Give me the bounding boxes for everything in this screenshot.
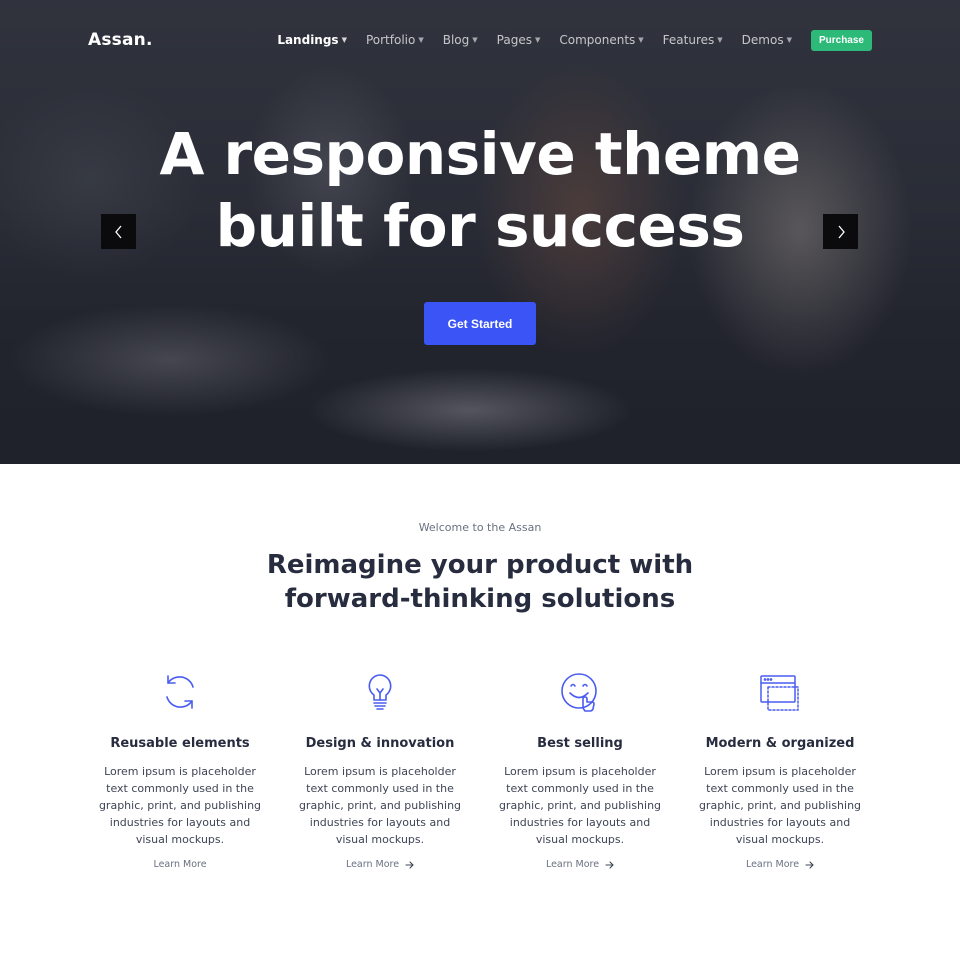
feature-title: Design & innovation [305,736,455,751]
chevron-right-icon [838,225,845,238]
caret-down-icon: ▼ [786,36,792,44]
learn-more-link[interactable]: Learn More [546,859,614,870]
feature-title: Reusable elements [110,736,250,751]
nav-item-label: Demos [741,33,784,47]
arrow-right-icon [405,860,414,869]
feature-title: Best selling [537,736,623,751]
nav-menu: Landings ▼ Portfolio ▼ Blog ▼ Pages ▼ Co… [277,29,872,51]
nav-item-label: Features [662,33,715,47]
slider-prev-button[interactable] [101,214,136,249]
refresh-icon [80,668,280,716]
nav-item-demos[interactable]: Demos ▼ [742,33,792,47]
caret-down-icon: ▼ [472,36,478,44]
feature-description: Lorem ipsum is placeholder text commonly… [298,765,462,846]
purchase-button[interactable]: Purchase [810,29,872,51]
caret-down-icon: ▼ [418,36,424,44]
learn-more-label: Learn More [545,859,600,870]
feature-card: Best selling Lorem ipsum is placeholder … [480,668,680,871]
nav-item-label: Landings [277,33,339,47]
feature-description: Lorem ipsum is placeholder text commonly… [698,765,862,846]
navbar: Assan. Landings ▼ Portfolio ▼ Blog ▼ Pag… [0,0,960,80]
feature-card: Modern & organized Lorem ipsum is placeh… [680,668,880,871]
learn-more-label: Learn More [153,859,207,870]
browser-window-icon [680,668,880,716]
hero-section: Assan. Landings ▼ Portfolio ▼ Blog ▼ Pag… [0,0,960,464]
features-grid: Reusable elements Lorem ipsum is placeho… [80,668,880,871]
caret-down-icon: ▼ [717,36,723,44]
nav-item-blog[interactable]: Blog ▼ [443,33,478,47]
feature-card: Reusable elements Lorem ipsum is placeho… [80,668,280,871]
feature-card: Design & innovation Lorem ipsum is place… [280,668,480,871]
nav-item-landings[interactable]: Landings ▼ [277,33,347,47]
arrow-right-icon [605,860,614,869]
learn-more-label: Learn More [745,859,800,870]
nav-item-label: Components [559,33,636,47]
caret-down-icon: ▼ [534,36,541,44]
nav-item-label: Blog [442,33,470,47]
feature-title: Modern & organized [705,736,855,751]
learn-more-link[interactable]: Learn More [153,859,206,870]
nav-item-portfolio[interactable]: Portfolio ▼ [366,33,424,47]
lightbulb-icon [280,668,480,716]
hero-title-line-2: built for success [215,192,745,260]
nav-item-label: Portfolio [365,33,416,47]
smile-icon [480,668,680,716]
section-title-line-2: forward-thinking solutions [284,584,676,614]
nav-item-pages[interactable]: Pages ▼ [497,33,541,47]
feature-description: Lorem ipsum is placeholder text commonly… [498,765,662,846]
nav-item-features[interactable]: Features ▼ [663,33,723,47]
nav-item-components[interactable]: Components ▼ [559,33,643,47]
feature-description: Lorem ipsum is placeholder text commonly… [98,765,262,846]
get-started-button[interactable]: Get Started [424,302,536,345]
chevron-left-icon [114,225,121,238]
caret-down-icon: ▼ [638,36,644,44]
hero-title: A responsive theme built for success [0,118,960,262]
nav-item-label: Pages [496,33,532,47]
arrow-right-icon [805,860,814,869]
learn-more-label: Learn More [345,859,400,870]
section-title: Reimagine your product with forward-thin… [0,548,960,616]
learn-more-link[interactable]: Learn More [346,859,414,870]
caret-down-icon: ▼ [341,36,347,44]
section-eyebrow: Welcome to the Assan [418,521,542,534]
section-title-line-1: Reimagine your product with [266,550,694,580]
brand-logo[interactable]: Assan. [88,30,153,50]
learn-more-link[interactable]: Learn More [746,859,814,870]
hero-title-line-1: A responsive theme [159,120,801,188]
slider-next-button[interactable] [823,214,858,249]
